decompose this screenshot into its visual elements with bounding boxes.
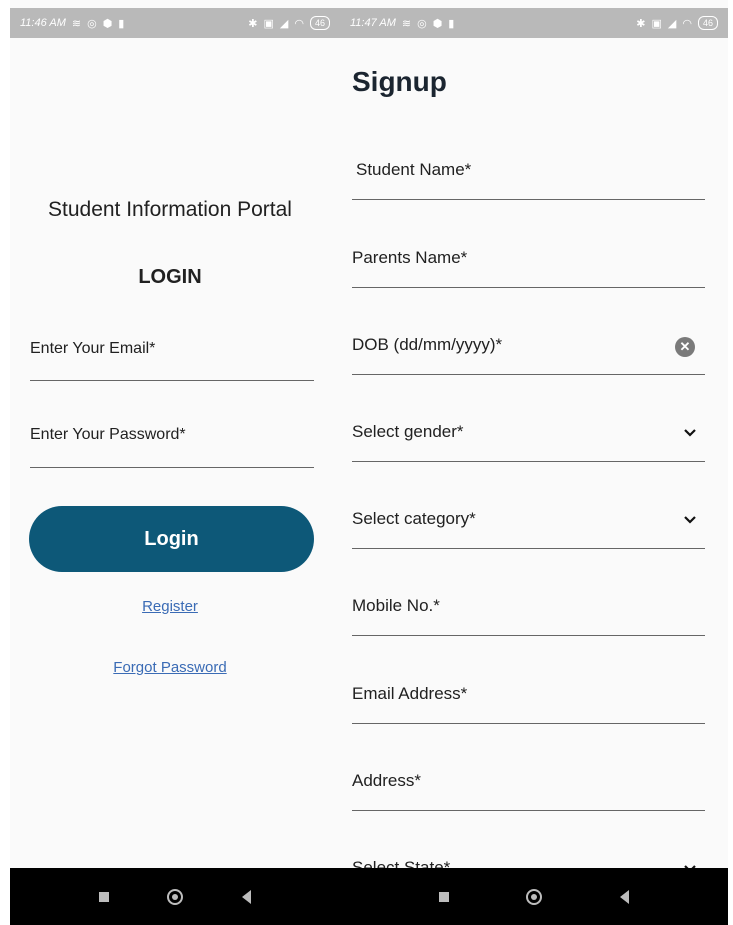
dob-field[interactable]: DOB (dd/mm/yyyy)* ✕ [352,335,705,375]
vibrate-icon: ▣ [263,17,274,30]
status-time: 11:47 AM [350,17,396,29]
field-label: Select gender* [352,422,464,441]
field-label: DOB (dd/mm/yyyy)* [352,335,503,354]
wifi-icon: ≋ [71,17,82,30]
login-screen: 11:46 AM ≋ ◎ ⬢ ▮ ✱ ▣ ◢ ◠ 46 Student Info… [10,0,340,925]
address-field[interactable]: Address* [352,771,705,811]
field-label: Address* [352,771,421,790]
email-placeholder: Enter Your Email* [30,340,156,357]
home-icon[interactable] [167,888,184,905]
password-placeholder: Enter Your Password* [30,426,186,443]
login-heading: LOGIN [138,266,202,288]
signup-screen: 11:47 AM ≋ ◎ ⬢ ▮ ✱ ▣ ◢ ◠ 46 Signup Stude… [340,0,728,925]
home-icon[interactable] [526,888,543,905]
instagram-icon: ◎ [417,17,427,30]
forgot-password-link[interactable]: Forgot Password [10,659,330,676]
mobile-field[interactable]: Mobile No.* [352,596,705,636]
back-icon[interactable] [241,889,251,904]
email-address-field[interactable]: Email Address* [352,684,705,724]
password-field[interactable]: Enter Your Password* [30,426,314,468]
trash-icon: ▮ [118,17,125,30]
recents-icon[interactable] [438,891,449,902]
status-bar: 11:47 AM ≋ ◎ ⬢ ▮ ✱ ▣ ◢ ◠ 46 [340,8,728,38]
instagram-icon: ◎ [87,17,97,30]
shield-icon: ⬢ [432,17,443,30]
portal-title: Student Information Portal [48,198,292,221]
parents-name-field[interactable]: Parents Name* [352,248,705,288]
signal-icon: ◢ [667,17,677,30]
field-label: Student Name* [356,160,472,179]
register-link[interactable]: Register [10,598,330,615]
signup-title: Signup [352,66,447,97]
wifi-signal-icon: ◠ [682,17,692,30]
vibrate-icon: ▣ [651,17,662,30]
gender-select[interactable]: Select gender* [352,422,705,462]
field-label: Email Address* [352,684,468,703]
navigation-bar [10,868,340,925]
bluetooth-icon: ✱ [636,17,646,30]
field-label: Mobile No.* [352,596,440,615]
email-field[interactable]: Enter Your Email* [30,340,314,381]
chevron-down-icon [684,429,696,437]
login-button[interactable]: Login [29,506,314,572]
field-label: Parents Name* [352,248,468,267]
trash-icon: ▮ [448,17,455,30]
signal-icon: ◢ [279,17,289,30]
back-icon[interactable] [620,889,630,904]
clear-icon[interactable]: ✕ [675,337,695,357]
wifi-icon: ≋ [401,17,412,30]
status-time: 11:46 AM [20,17,66,29]
recents-icon[interactable] [99,891,110,902]
category-select[interactable]: Select category* [352,509,705,549]
wifi-signal-icon: ◠ [294,17,304,30]
shield-icon: ⬢ [102,17,113,30]
status-bar: 11:46 AM ≋ ◎ ⬢ ▮ ✱ ▣ ◢ ◠ 46 [10,8,340,38]
navigation-bar [340,868,728,925]
field-label: Select category* [352,509,476,528]
chevron-down-icon [684,516,696,524]
battery-icon: 46 [309,16,330,30]
bluetooth-icon: ✱ [248,17,258,30]
student-name-field[interactable]: Student Name* [352,160,705,200]
battery-icon: 46 [697,16,718,30]
